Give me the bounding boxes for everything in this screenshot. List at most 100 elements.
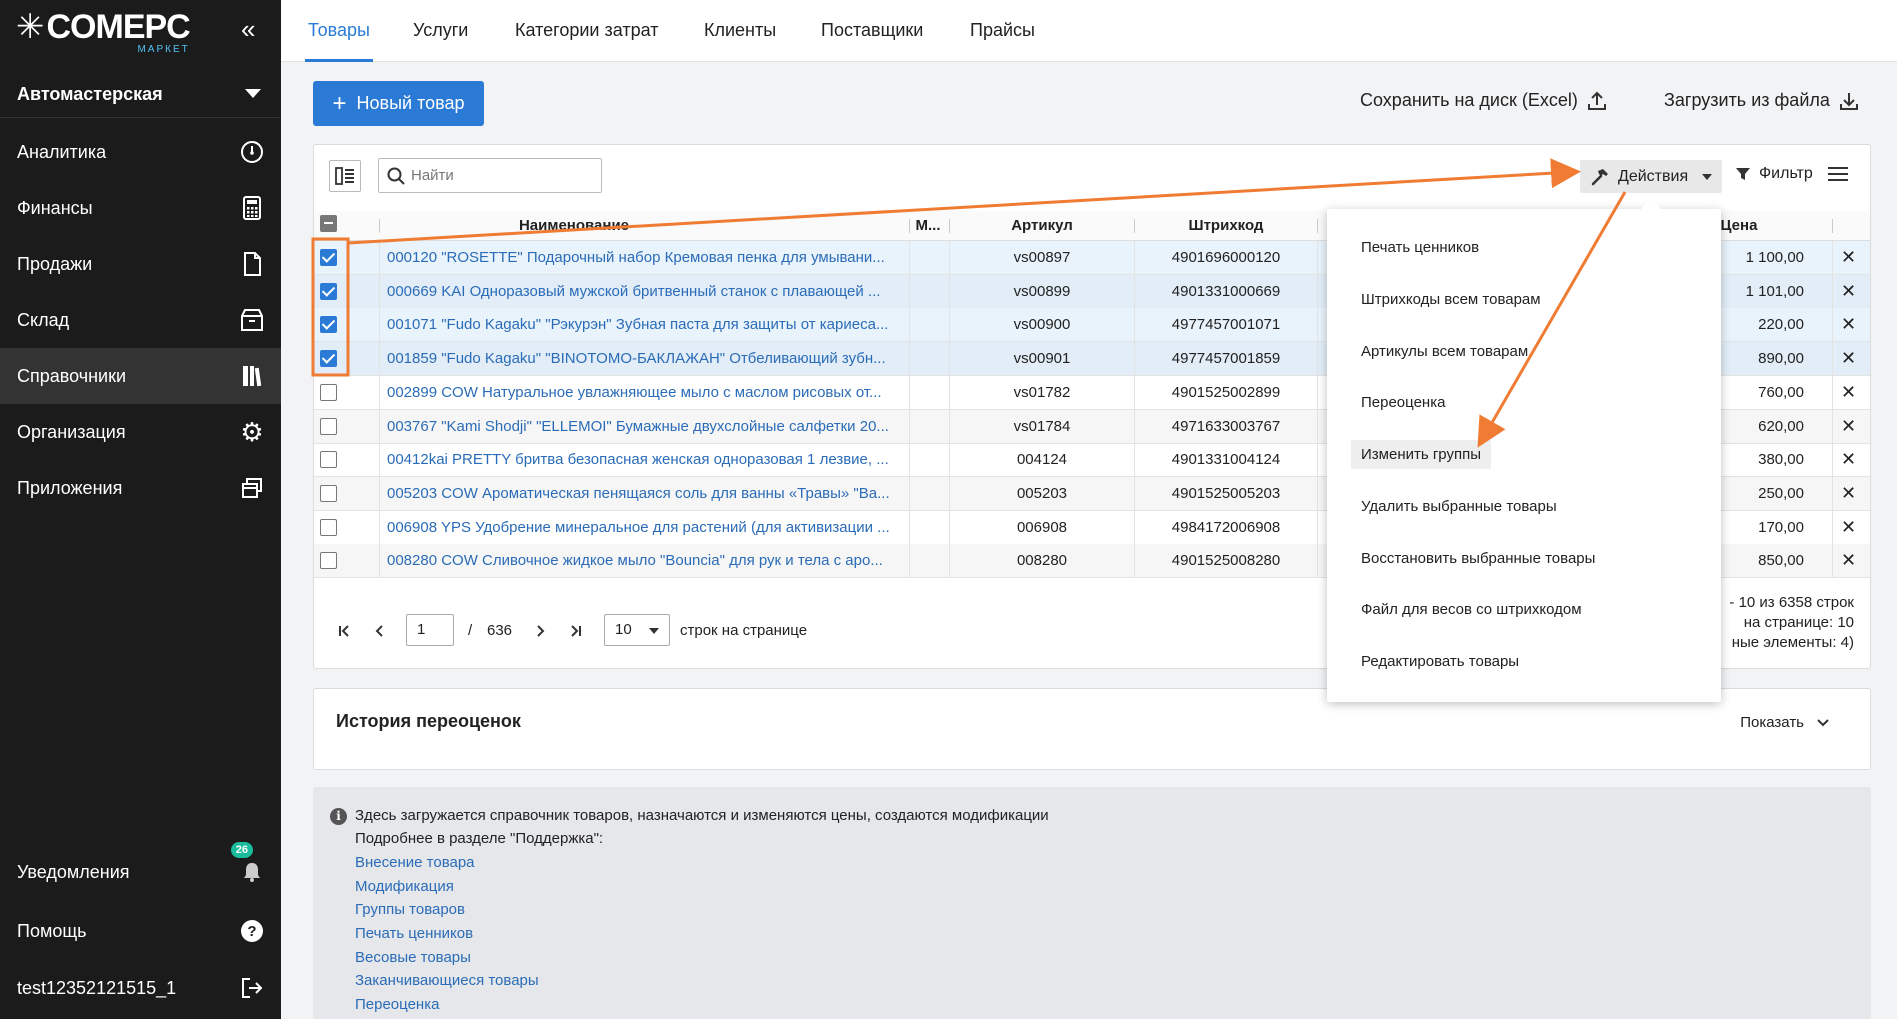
page-number-input[interactable]: 1	[406, 614, 454, 646]
row-checkbox[interactable]	[320, 316, 337, 333]
org-selector[interactable]: Автомастерская	[0, 72, 281, 118]
logout-icon[interactable]	[239, 975, 265, 1001]
delete-row-icon[interactable]: ✕	[1841, 511, 1856, 544]
tab-clients[interactable]: Клиенты	[704, 0, 776, 62]
product-name-link[interactable]: 001859 "Fudo Kagaku" "BINOTOMO-БАКЛАЖАН"…	[387, 342, 902, 375]
delete-row-icon[interactable]: ✕	[1841, 410, 1856, 443]
info-link-price-tags[interactable]: Печать ценников	[355, 925, 473, 942]
article-cell: vs00899	[1013, 283, 1071, 300]
column-header-name[interactable]: Наименование	[383, 211, 765, 241]
sidebar-item-warehouse[interactable]: Склад	[0, 292, 281, 348]
sidebar-item-label: Аналитика	[17, 141, 107, 162]
menu-item-restore-selected[interactable]: Восстановить выбранные товары	[1361, 550, 1595, 567]
delete-row-icon[interactable]: ✕	[1841, 342, 1856, 375]
row-checkbox[interactable]	[320, 249, 337, 266]
delete-row-icon[interactable]: ✕	[1841, 544, 1856, 577]
product-name-link[interactable]: 008280 COW Сливочное жидкое мыло "Bounci…	[387, 544, 902, 577]
product-name-link[interactable]: 000120 "ROSETTE" Подарочный набор Кремов…	[387, 241, 902, 274]
actions-dropdown-button[interactable]: Действия	[1580, 160, 1722, 193]
collapse-sidebar-icon[interactable]: «	[241, 14, 255, 45]
table-menu-icon[interactable]	[1828, 163, 1852, 187]
info-link-ending-products[interactable]: Заканчивающиеся товары	[355, 972, 539, 989]
info-link-modification[interactable]: Модификация	[355, 878, 454, 895]
delete-row-icon[interactable]: ✕	[1841, 443, 1856, 476]
delete-row-icon[interactable]: ✕	[1841, 275, 1856, 308]
first-page-icon[interactable]	[338, 624, 350, 641]
search-input[interactable]	[411, 167, 581, 184]
product-name-link[interactable]: 002899 COW Натуральное увлажняющее мыло …	[387, 376, 902, 409]
column-header-article[interactable]: Артикул	[950, 211, 1134, 241]
info-link-product-groups[interactable]: Группы товаров	[355, 901, 465, 918]
menu-item-print-price-tags[interactable]: Печать ценников	[1361, 239, 1479, 256]
menu-item-delete-selected[interactable]: Удалить выбранные товары	[1361, 498, 1557, 515]
logo-text: COMEPC	[46, 8, 191, 46]
logo[interactable]: ✳ COMEPC МАРКЕТ	[16, 8, 191, 56]
columns-toggle-button[interactable]	[329, 160, 361, 192]
search-box[interactable]	[378, 158, 602, 193]
sidebar-item-directories[interactable]: Справочники	[0, 348, 281, 404]
document-icon	[239, 251, 265, 277]
sidebar-item-analytics[interactable]: Аналитика	[0, 124, 281, 180]
delete-row-icon[interactable]: ✕	[1841, 241, 1856, 274]
row-checkbox[interactable]	[320, 350, 337, 367]
calculator-icon	[239, 195, 265, 221]
delete-row-icon[interactable]: ✕	[1841, 477, 1856, 510]
product-name-link[interactable]: 000669 KAI Одноразовый мужской бритвенны…	[387, 275, 902, 308]
prev-page-icon[interactable]	[374, 624, 384, 641]
row-checkbox[interactable]	[320, 384, 337, 401]
barcode-cell: 4901696000120	[1171, 249, 1281, 266]
product-name-link[interactable]: 005203 COW Ароматическая пенящаяся соль …	[387, 477, 902, 510]
menu-item-revaluation[interactable]: Переоценка	[1361, 394, 1445, 411]
info-link-add-product[interactable]: Внесение товара	[355, 854, 475, 871]
tab-suppliers[interactable]: Поставщики	[821, 0, 923, 62]
sidebar-item-user[interactable]: test12352121515_1	[0, 960, 281, 1016]
sidebar-item-sales[interactable]: Продажи	[0, 236, 281, 292]
box-icon	[239, 307, 265, 333]
sidebar-item-apps[interactable]: Приложения	[0, 460, 281, 516]
menu-item-scales-file[interactable]: Файл для весов со штрихкодом	[1361, 601, 1582, 618]
new-product-button[interactable]: + Новый товар	[313, 81, 484, 126]
sidebar-item-finance[interactable]: Финансы	[0, 180, 281, 236]
show-history-button[interactable]: Показать	[1740, 714, 1830, 731]
select-all-checkbox[interactable]	[320, 215, 337, 232]
delete-row-icon[interactable]: ✕	[1841, 376, 1856, 409]
delete-row-icon[interactable]: ✕	[1841, 308, 1856, 341]
filter-button[interactable]: Фильтр	[1735, 165, 1813, 183]
rows-per-page-select[interactable]: 10	[604, 614, 670, 646]
row-checkbox[interactable]	[320, 451, 337, 468]
row-checkbox[interactable]	[320, 519, 337, 536]
tab-expense-categories[interactable]: Категории затрат	[515, 0, 658, 62]
info-link-weighted-products[interactable]: Весовые товары	[355, 949, 471, 966]
product-name-link[interactable]: 00412kai PRETTY бритва безопасная женска…	[387, 443, 902, 476]
tab-services[interactable]: Услуги	[413, 0, 468, 62]
row-checkbox[interactable]	[320, 418, 337, 435]
row-checkbox[interactable]	[320, 485, 337, 502]
row-checkbox[interactable]	[320, 552, 337, 569]
menu-item-barcodes-all[interactable]: Штрихкоды всем товарам	[1361, 291, 1541, 308]
sidebar-item-notifications[interactable]: Уведомления 26	[0, 842, 281, 900]
save-excel-button[interactable]: Сохранить на диск (Excel)	[1360, 90, 1606, 111]
product-name-link[interactable]: 001071 "Fudo Kagaku" "Рэкурэн" Зубная па…	[387, 308, 902, 341]
next-page-icon[interactable]	[536, 624, 546, 641]
article-cell: 004124	[1016, 451, 1068, 468]
tab-price-lists[interactable]: Прайсы	[970, 0, 1035, 62]
info-icon: i	[330, 808, 347, 825]
menu-item-edit-products[interactable]: Редактировать товары	[1361, 653, 1519, 670]
sidebar-item-organization[interactable]: Организация ⚙	[0, 404, 281, 460]
info-link-revaluation[interactable]: Переоценка	[355, 996, 439, 1013]
tab-products[interactable]: Товары	[305, 0, 373, 62]
column-header-barcode[interactable]: Штрихкод	[1135, 211, 1317, 241]
menu-item-articles-all[interactable]: Артикулы всем товарам	[1361, 343, 1528, 360]
columns-icon	[335, 167, 354, 185]
column-header-m[interactable]: М...	[910, 211, 946, 241]
menu-item-change-groups[interactable]: Изменить группы	[1351, 440, 1491, 469]
article-cell: vs01782	[1013, 384, 1071, 401]
product-name-link[interactable]: 003767 "Kami Shodji" "ELLEMOI" Бумажные …	[387, 410, 902, 443]
caret-down-icon	[1702, 173, 1713, 180]
row-checkbox[interactable]	[320, 283, 337, 300]
last-page-icon[interactable]	[570, 624, 582, 641]
sidebar-item-help[interactable]: Помощь ?	[0, 903, 281, 959]
product-name-link[interactable]: 006908 YPS Удобрение минеральное для рас…	[387, 511, 902, 544]
sidebar-item-label: Справочники	[17, 365, 127, 386]
load-file-button[interactable]: Загрузить из файла	[1664, 90, 1858, 111]
